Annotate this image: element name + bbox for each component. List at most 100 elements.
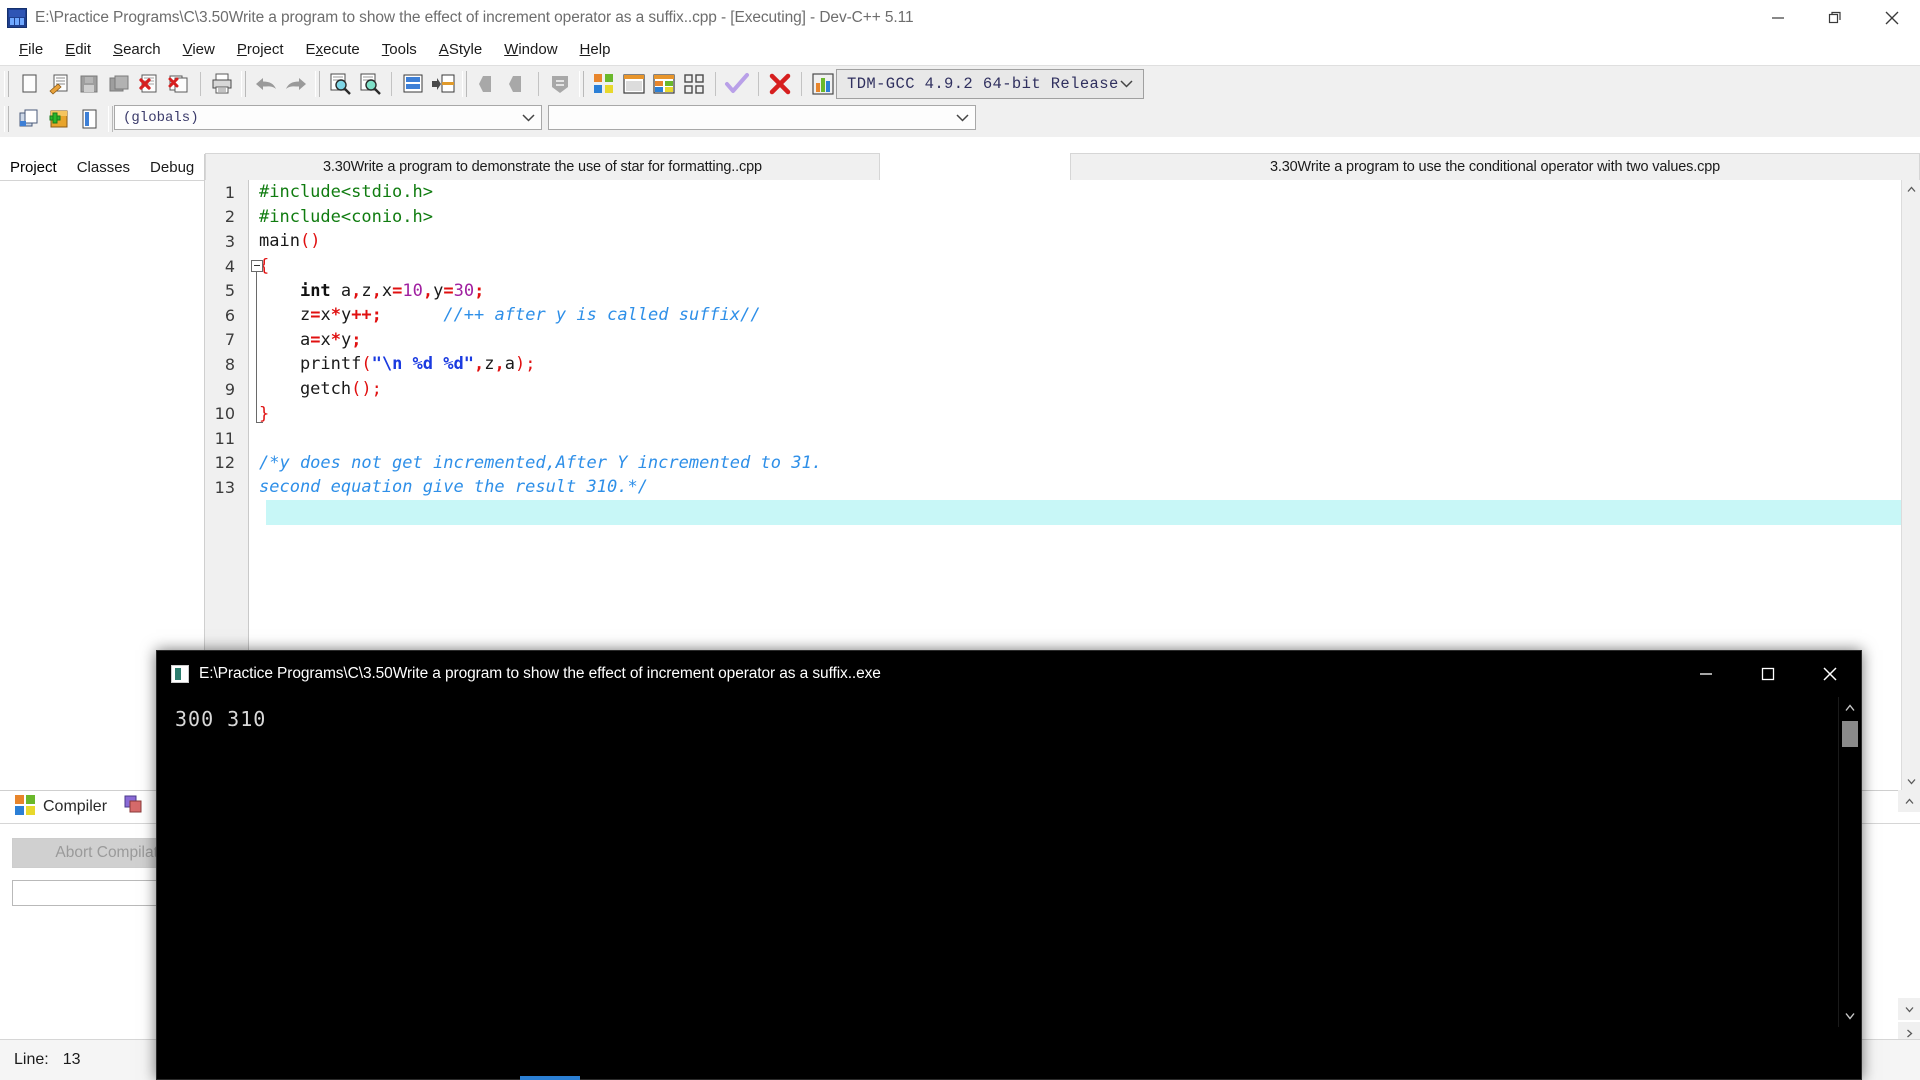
scroll-down-icon[interactable] xyxy=(1902,772,1920,790)
console-window-controls xyxy=(1675,651,1861,697)
line-content: #include<stdio.h> xyxy=(241,182,433,202)
menu-astyle[interactable]: AStyle xyxy=(428,39,493,60)
line-number: 12 xyxy=(205,453,241,472)
token-operator: * xyxy=(331,330,341,350)
token-string: "\n %d %d" xyxy=(372,354,474,374)
code-line-12: 12 /*y does not get incremented,After Y … xyxy=(205,451,1920,476)
menu-file[interactable]: File xyxy=(8,39,54,60)
main-toolbar: TDM-GCC 4.9.2 64-bit Release xyxy=(0,65,1920,102)
redo-icon[interactable] xyxy=(281,69,311,99)
console-maximize-button[interactable] xyxy=(1737,651,1799,697)
token-operator: = xyxy=(310,305,320,325)
console-vertical-scrollbar[interactable] xyxy=(1838,697,1861,1027)
close-button[interactable] xyxy=(1863,0,1920,36)
menu-view[interactable]: View xyxy=(172,39,226,60)
toolbar2-grip-2[interactable] xyxy=(108,106,113,132)
devcpp-window: E:\Practice Programs\C\3.50Write a progr… xyxy=(0,0,1920,1080)
save-all-icon[interactable] xyxy=(104,69,134,99)
editor-tab-conditional-values[interactable]: 3.30Write a program to use the condition… xyxy=(1070,153,1920,180)
toolbar2-grip[interactable] xyxy=(4,106,9,132)
menu-tools[interactable]: Tools xyxy=(371,39,428,60)
chevron-down-icon-symbol xyxy=(956,106,969,129)
toolbar-grip[interactable] xyxy=(4,71,9,97)
goto-function-icon[interactable] xyxy=(428,69,458,99)
devcpp-icon xyxy=(7,8,27,28)
compile-icon[interactable] xyxy=(589,69,619,99)
scroll-up-icon[interactable] xyxy=(1902,180,1920,198)
toolbar-grip-5[interactable] xyxy=(579,71,584,97)
run-icon[interactable] xyxy=(619,69,649,99)
console-scroll-thumb[interactable] xyxy=(1842,721,1858,747)
project-options-icon[interactable] xyxy=(74,104,104,134)
code-line-8: 8 printf("\n %d %d",z,a); xyxy=(205,352,1920,377)
right-edge-scroll-down[interactable] xyxy=(1898,998,1920,1020)
token-operator: , xyxy=(494,354,504,374)
console-close-button[interactable] xyxy=(1799,651,1861,697)
token-operator: = xyxy=(392,281,402,301)
compile-and-run-icon[interactable] xyxy=(649,69,679,99)
undo-icon[interactable] xyxy=(251,69,281,99)
taskbar-active-indicator xyxy=(520,1076,580,1080)
save-icon[interactable] xyxy=(74,69,104,99)
toolbar-separator-4 xyxy=(715,72,716,96)
console-scroll-up-icon[interactable] xyxy=(1839,697,1861,719)
add-to-project-icon[interactable] xyxy=(44,104,74,134)
console-output[interactable]: 300 310 xyxy=(157,697,1861,1079)
compiler-set-combo[interactable]: TDM-GCC 4.9.2 64-bit Release xyxy=(836,69,1144,99)
token-indent xyxy=(259,281,300,301)
code-line-3: 3 main() xyxy=(205,229,1920,254)
token-identifier: y xyxy=(341,305,351,325)
find-icon[interactable] xyxy=(325,69,355,99)
new-project-icon[interactable] xyxy=(14,104,44,134)
editor-tab-star-formatting[interactable]: 3.30Write a program to demonstrate the u… xyxy=(205,153,880,180)
menu-edit[interactable]: Edit xyxy=(54,39,102,60)
line-number: 1 xyxy=(205,183,241,202)
line-content: printf("\n %d %d",z,a); xyxy=(241,354,535,374)
toolbar-separator-5 xyxy=(758,72,759,96)
scope-combo[interactable]: (globals) xyxy=(114,105,542,130)
new-file-icon[interactable] xyxy=(14,69,44,99)
replace-icon[interactable] xyxy=(355,69,385,99)
console-app-icon xyxy=(171,665,189,683)
right-edge-scroll-up[interactable] xyxy=(1898,790,1920,812)
minimize-button[interactable] xyxy=(1749,0,1806,36)
sidebar-tab-project[interactable]: Project xyxy=(0,157,67,180)
restore-button[interactable] xyxy=(1806,0,1863,36)
print-icon[interactable] xyxy=(207,69,237,99)
rebuild-all-icon[interactable] xyxy=(679,69,709,99)
menu-execute[interactable]: Execute xyxy=(295,39,371,60)
forward-icon[interactable] xyxy=(502,69,532,99)
profile-icon[interactable] xyxy=(808,69,838,99)
token-preprocessor: #include<stdio.h> xyxy=(259,182,433,202)
code-line-2: 2 #include<conio.h> xyxy=(205,205,1920,230)
menu-project[interactable]: Project xyxy=(226,39,295,60)
close-all-icon[interactable] xyxy=(164,69,194,99)
menu-help[interactable]: Help xyxy=(569,39,622,60)
close-file-icon[interactable] xyxy=(134,69,164,99)
toggle-bookmark-icon[interactable] xyxy=(545,69,575,99)
console-minimize-button[interactable] xyxy=(1675,651,1737,697)
toolbar-grip-4[interactable] xyxy=(462,71,467,97)
menu-search[interactable]: Search xyxy=(102,39,172,60)
console-window[interactable]: E:\Practice Programs\C\3.50Write a progr… xyxy=(156,650,1862,1080)
bottom-tab-compiler[interactable]: Compiler xyxy=(8,790,117,825)
bottom-tab-label: Compiler xyxy=(43,798,107,816)
goto-line-icon[interactable] xyxy=(398,69,428,99)
console-scroll-down-icon[interactable] xyxy=(1839,1005,1861,1027)
editor-vertical-scrollbar[interactable] xyxy=(1901,180,1920,790)
fold-toggle-icon[interactable] xyxy=(251,260,263,272)
code-line-11: 11 xyxy=(205,426,1920,451)
syntax-check-icon[interactable] xyxy=(722,69,752,99)
open-file-icon[interactable] xyxy=(44,69,74,99)
scope-combo-value: (globals) xyxy=(115,110,199,126)
back-icon[interactable] xyxy=(472,69,502,99)
sidebar-tab-classes[interactable]: Classes xyxy=(67,157,140,180)
token-comment: second equation give the result 310.*/ xyxy=(259,477,648,497)
menu-window[interactable]: Window xyxy=(493,39,568,60)
symbol-combo[interactable] xyxy=(548,105,976,130)
stop-execution-icon[interactable] xyxy=(765,69,795,99)
toolbar-grip-3[interactable] xyxy=(315,71,320,97)
line-number: 6 xyxy=(205,306,241,325)
toolbar-grip-2[interactable] xyxy=(241,71,246,97)
sidebar-tab-debug[interactable]: Debug xyxy=(140,157,204,180)
